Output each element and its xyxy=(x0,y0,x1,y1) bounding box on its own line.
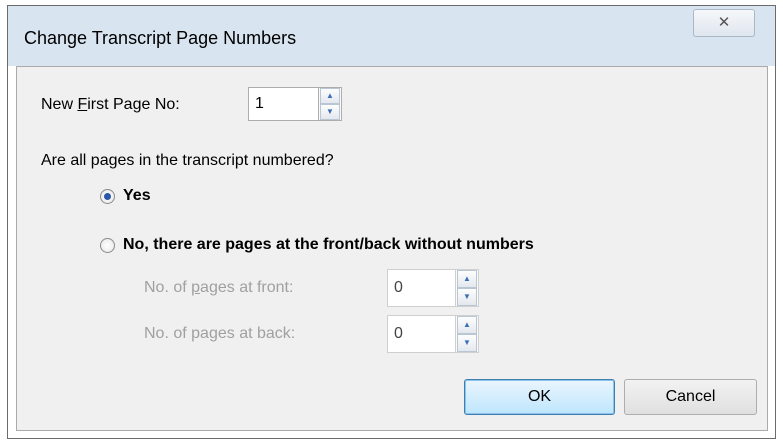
back-pages-label: No. of pages at back: xyxy=(144,325,295,343)
dialog-window: Change Transcript Page Numbers ✕ New Fir… xyxy=(7,5,776,439)
close-icon: ✕ xyxy=(717,14,731,31)
spin-down-icon[interactable]: ▼ xyxy=(457,288,477,306)
no-label[interactable]: No, there are pages at the front/back wi… xyxy=(123,236,534,254)
back-pages-label-hotkey: g xyxy=(208,325,218,342)
spin-up-icon[interactable]: ▲ xyxy=(457,270,477,288)
spin-up-icon[interactable]: ▲ xyxy=(320,88,340,104)
dialog-title: Change Transcript Page Numbers xyxy=(24,28,297,48)
cancel-button[interactable]: Cancel xyxy=(624,379,757,415)
yes-radio[interactable] xyxy=(100,189,115,204)
back-pages-label-pre: No. of pa xyxy=(144,325,209,342)
spin-down-glyph: ▼ xyxy=(463,292,471,301)
title-bar: Change Transcript Page Numbers ✕ xyxy=(8,6,775,66)
spin-up-icon[interactable]: ▲ xyxy=(457,316,477,334)
spin-down-icon[interactable]: ▼ xyxy=(320,104,340,120)
first-page-label-pre: New xyxy=(41,96,78,113)
ok-button[interactable]: OK xyxy=(464,379,615,415)
spin-up-glyph: ▲ xyxy=(326,91,334,100)
back-pages-label-post: es at back: xyxy=(217,325,296,342)
no-radio[interactable] xyxy=(100,238,115,253)
front-pages-label: No. of pages at front: xyxy=(144,279,293,297)
front-pages-label-hotkey: p xyxy=(191,279,201,296)
front-pages-input[interactable]: 0 xyxy=(387,269,455,307)
back-pages-input[interactable]: 0 xyxy=(387,315,455,353)
front-pages-value: 0 xyxy=(394,279,403,296)
first-page-label-hotkey: F xyxy=(77,96,88,113)
first-page-spinner[interactable]: ▲ ▼ xyxy=(318,87,342,121)
first-page-value: 1 xyxy=(255,95,264,112)
close-button[interactable]: ✕ xyxy=(693,9,755,37)
dialog-content: New First Page No: 1 ▲ ▼ Are all pages i… xyxy=(16,66,768,431)
spin-up-glyph: ▲ xyxy=(463,320,471,329)
spin-down-icon[interactable]: ▼ xyxy=(457,334,477,352)
spin-down-glyph: ▼ xyxy=(463,338,471,347)
back-pages-spinner[interactable]: ▲ ▼ xyxy=(455,315,479,353)
front-pages-label-pre: No. of xyxy=(144,279,192,296)
front-pages-label-post: ages at front: xyxy=(200,279,294,296)
yes-label[interactable]: Yes xyxy=(123,187,151,205)
question-label: Are all pages in the transcript numbered… xyxy=(41,152,334,169)
spin-down-glyph: ▼ xyxy=(326,107,334,116)
spin-up-glyph: ▲ xyxy=(463,274,471,283)
first-page-label: New First Page No: xyxy=(41,96,180,114)
first-page-input[interactable]: 1 xyxy=(248,87,318,121)
back-pages-value: 0 xyxy=(394,325,403,342)
first-page-label-post: irst Page No: xyxy=(87,96,180,113)
front-pages-spinner[interactable]: ▲ ▼ xyxy=(455,269,479,307)
